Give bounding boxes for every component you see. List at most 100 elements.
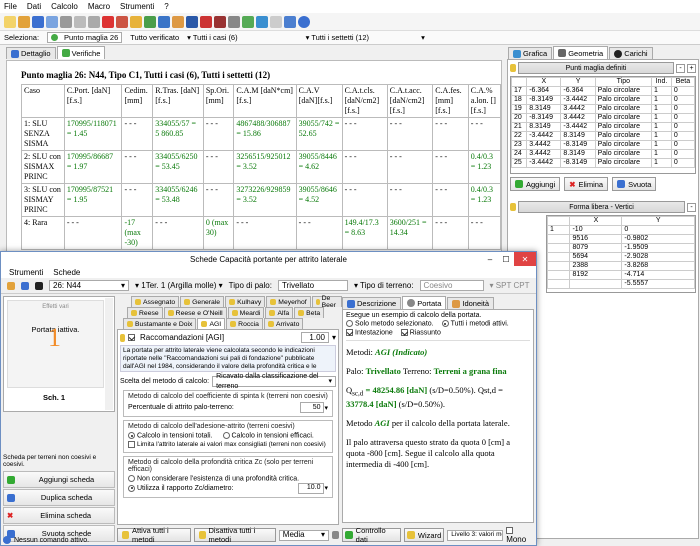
mesh-row[interactable]: 18 -8.3149 -3.4442 Palo circolare 1 0 (511, 95, 695, 105)
mesh-cell[interactable]: 8.3149 (560, 131, 596, 141)
shape-cell[interactable] (569, 279, 623, 289)
mesh-cell[interactable]: 1 (651, 131, 672, 141)
close-button[interactable]: ✕ (514, 252, 536, 266)
menu-macro[interactable]: Macro (88, 2, 110, 11)
cases-select[interactable]: ▾ Tutti i casi (6) (187, 33, 237, 42)
method-tab[interactable]: Roccia (226, 318, 263, 329)
tab-carichi[interactable]: Carichi (609, 47, 653, 59)
mesh-cell[interactable]: 1 (651, 158, 672, 168)
window-icon[interactable] (284, 15, 296, 28)
blue-tool-icon[interactable] (186, 15, 198, 28)
mesh-cell[interactable]: Palo circolare (594, 149, 653, 159)
sectors-select[interactable]: ▾ Tutti i settetti (12) ▾ (306, 33, 425, 42)
shape-cell[interactable] (547, 279, 571, 289)
shape-cell[interactable]: 8079 (569, 243, 623, 253)
shape-cell[interactable] (547, 243, 571, 253)
mesh-cell[interactable]: 25 (511, 158, 528, 168)
method-tab[interactable]: AGI (197, 318, 226, 329)
mesh-cell[interactable]: 3.4442 (526, 149, 562, 159)
mesh-cell[interactable]: -8.3149 (560, 158, 596, 168)
mesh-row[interactable]: 22 -3.4442 8.3149 Palo circolare 1 0 (511, 131, 695, 141)
delete-button[interactable]: ✖ Elimina (564, 177, 609, 191)
shape-cell[interactable]: -3.8268 (621, 261, 695, 271)
tab-grafica[interactable]: Grafica (508, 47, 553, 59)
expand-button[interactable]: + (687, 63, 696, 73)
pile-type-select[interactable]: Trivellato (277, 280, 348, 291)
mesh-cell[interactable]: 8.3149 (526, 104, 562, 114)
shape-cell[interactable] (547, 234, 571, 244)
maximize-button[interactable]: ☐ (498, 252, 514, 266)
tab-verifiche[interactable]: Verifiche (56, 46, 106, 59)
dialog-menu-schede[interactable]: Schede (53, 268, 80, 277)
mesh-cell[interactable]: 8.3149 (560, 149, 596, 159)
card-1[interactable]: Effetti vari Portata iattiva. 1 (7, 300, 104, 388)
mesh-cell[interactable]: 8.3149 (526, 122, 562, 132)
check-data-button[interactable]: Controllo dati (342, 526, 401, 544)
aggregate-select[interactable]: Media ▾ (278, 529, 329, 541)
mesh-cell[interactable]: 23 (511, 140, 528, 150)
mesh-cell[interactable]: 1 (651, 149, 672, 159)
clear-button[interactable]: Svuota (612, 177, 657, 191)
activate-all-button[interactable]: Attiva tutti i metodi (117, 526, 191, 544)
shape-cell[interactable]: 5694 (569, 252, 623, 262)
mesh-row[interactable]: 17 -6.364 -6.364 Palo circolare 1 0 (511, 86, 695, 96)
open-icon[interactable] (18, 15, 30, 28)
mesh-cell[interactable]: Palo circolare (594, 104, 653, 114)
soil-type-select[interactable]: Coesivo (419, 280, 484, 291)
shape-row[interactable]: 8079 -1.9509 (547, 243, 695, 253)
shape-row[interactable]: 8192 -4.714 (547, 270, 695, 280)
method-tab[interactable]: Assegnato (131, 296, 180, 307)
shape-grid[interactable]: X Y 1 -10 0 9516 -0.9802 8079 -1.9509 5694 -2.9028… (546, 215, 696, 293)
mesh-cell[interactable]: Palo circolare (594, 140, 653, 150)
menu-strumenti[interactable]: Strumenti (120, 2, 154, 11)
mesh-row[interactable]: 19 8.3149 3.4442 Palo circolare 1 0 (511, 104, 695, 114)
dropdown-icon[interactable] (256, 15, 268, 28)
method-tab[interactable]: Reese (127, 307, 163, 318)
open-icon[interactable] (7, 281, 15, 290)
shape-cell[interactable]: -0.9802 (621, 234, 695, 244)
save-icon[interactable] (32, 15, 44, 28)
layer-select[interactable]: ▾ 1Ter. 1 (Argilla molle) ▾ (135, 281, 223, 290)
cpt-icon[interactable] (214, 15, 226, 28)
mesh-row[interactable]: 23 3.4442 -8.3149 Palo circolare 1 0 (511, 140, 695, 150)
shape-cell[interactable]: 0 (621, 225, 695, 235)
spt-icon[interactable] (200, 15, 212, 28)
mesh-row[interactable]: 24 3.4442 8.3149 Palo circolare 1 0 (511, 149, 695, 159)
shape-cell[interactable]: -4.714 (621, 270, 695, 280)
wizard-button[interactable]: Wizard (403, 528, 445, 542)
mesh-cell[interactable]: 1 (651, 104, 672, 114)
menu-calcolo[interactable]: Calcolo (51, 2, 78, 11)
shape-row[interactable]: 1 -10 0 (547, 225, 695, 235)
tab-portata[interactable]: Portata (402, 296, 447, 309)
mesh-cell[interactable]: 24 (511, 149, 528, 159)
mesh-cell[interactable]: Palo circolare (594, 86, 653, 96)
friction-pct-input[interactable]: 50 (300, 402, 325, 413)
summary-checkbox[interactable]: Riassunto (400, 329, 441, 337)
cut-icon[interactable] (60, 15, 72, 28)
save-all-icon[interactable] (46, 15, 58, 28)
header-checkbox[interactable]: Intestazione (346, 329, 393, 337)
shape-cell[interactable]: 9516 (569, 234, 623, 244)
tools-icon[interactable] (270, 15, 282, 28)
pie-icon[interactable] (228, 15, 240, 28)
mesh-cell[interactable]: -6.364 (560, 86, 596, 96)
card-scrollbar[interactable] (105, 298, 113, 410)
mesh-cell[interactable]: 0 (670, 149, 695, 159)
shape-cell[interactable]: -10 (569, 225, 623, 235)
spt-toggle[interactable]: ▾ SPT CPT (490, 281, 530, 290)
mono-checkbox[interactable]: Mono (506, 526, 534, 544)
zc-ratio-input[interactable]: 10.0 (298, 482, 325, 494)
mesh-cell[interactable]: Palo circolare (594, 122, 653, 132)
mesh-cell[interactable]: 0 (670, 104, 695, 114)
method-tab[interactable]: Meardi (227, 307, 265, 318)
shape-cell[interactable] (547, 270, 571, 280)
mesh-cell[interactable]: 19 (511, 104, 528, 114)
method-tab[interactable]: Generale (180, 296, 225, 307)
mesh-cell[interactable]: 17 (511, 86, 528, 96)
mesh-cell[interactable]: -3.4442 (560, 95, 596, 105)
mesh-row[interactable]: 20 -8.3149 3.4442 Palo circolare 1 0 (511, 113, 695, 123)
mesh-grid[interactable]: X Y Tipo Ind. Beta 17 -6.364 -6.364 Palo circola… (510, 76, 696, 174)
agi-factor-input[interactable]: 1.00 (300, 332, 329, 343)
mesh-cell[interactable]: 1 (651, 113, 672, 123)
zc-ratio-radio[interactable]: Utilizza il rapporto Zc/diametro: 10.0 ▾ (128, 482, 328, 494)
